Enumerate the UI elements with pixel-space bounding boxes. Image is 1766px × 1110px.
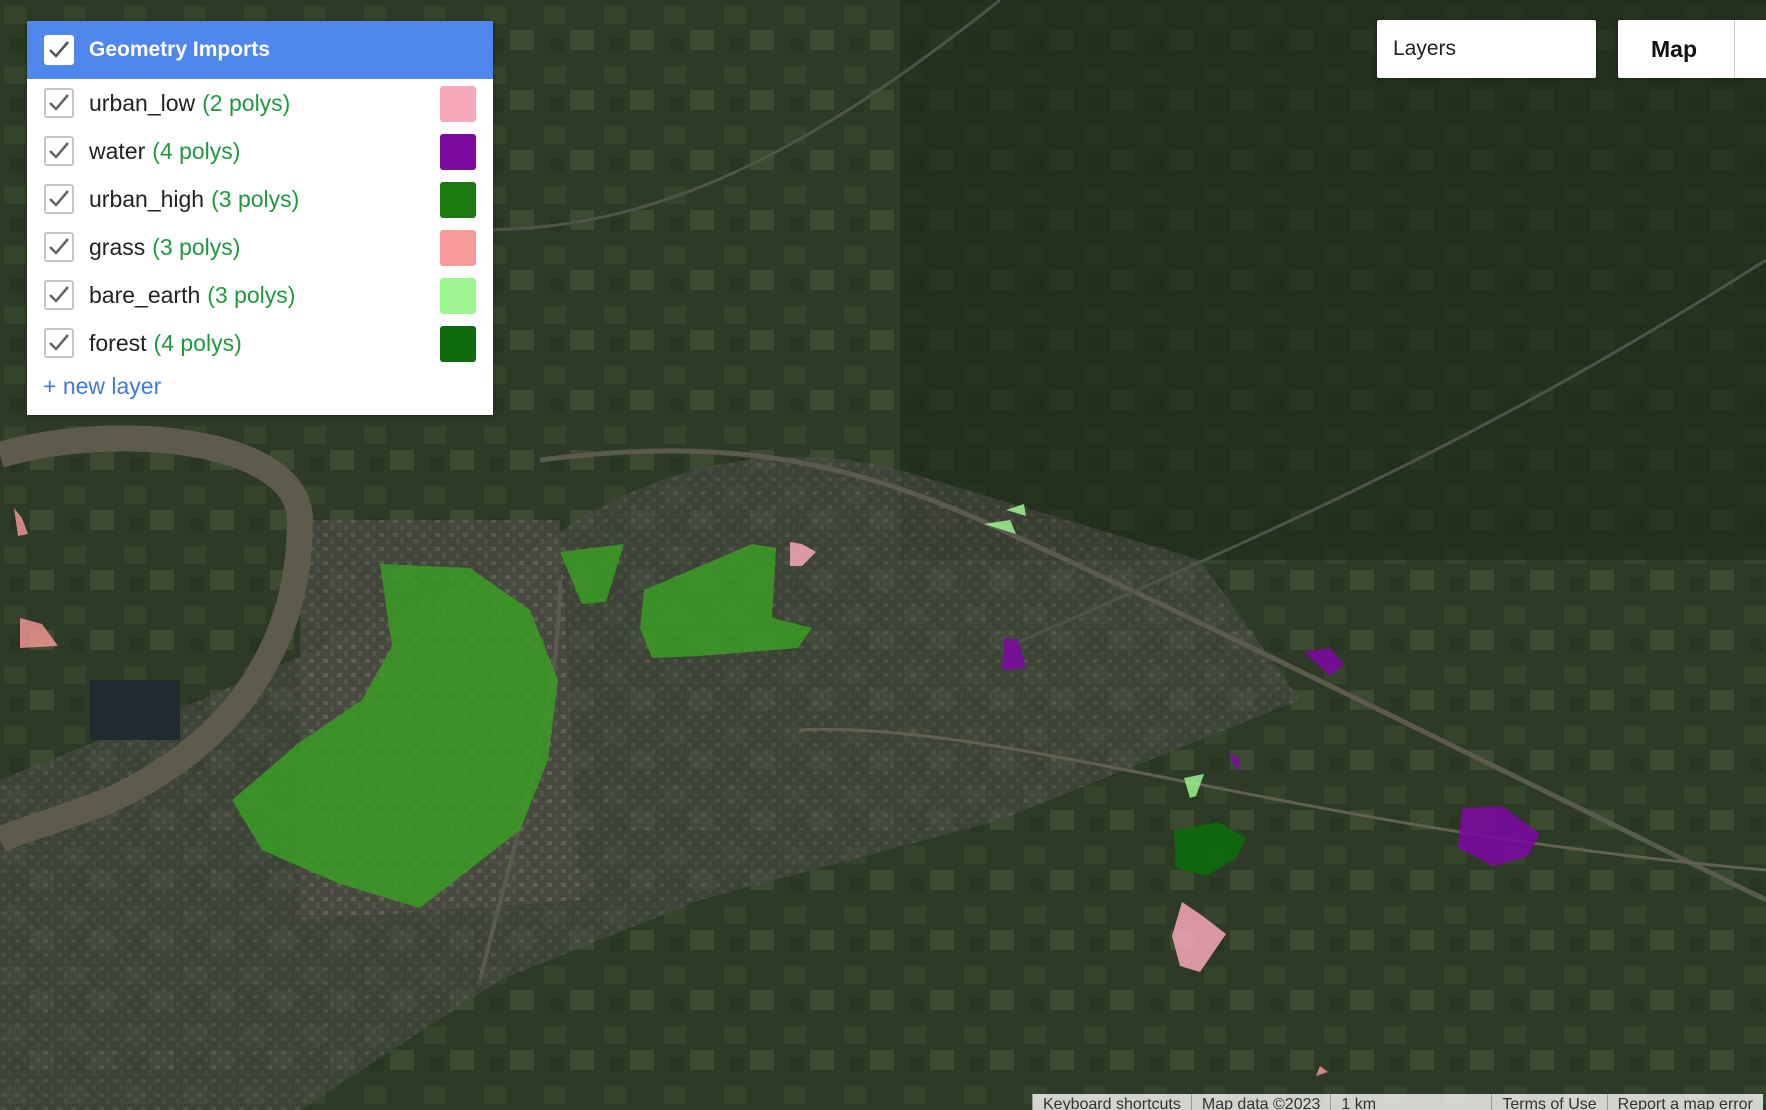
toggle-all-checkbox[interactable] bbox=[44, 35, 74, 65]
geometry-imports-panel: Geometry Imports urban_low (2 polys) wat… bbox=[27, 21, 493, 415]
layer-color-swatch[interactable] bbox=[440, 230, 476, 266]
layer-count: (3 polys) bbox=[207, 281, 296, 308]
layer-color-swatch[interactable] bbox=[440, 86, 476, 122]
map-type-label: Map bbox=[1651, 36, 1697, 62]
keyboard-shortcuts-link[interactable]: Keyboard shortcuts bbox=[1032, 1094, 1191, 1110]
checkmark-icon bbox=[49, 334, 69, 351]
layer-row-water[interactable]: water (4 polys) bbox=[27, 127, 493, 175]
layer-name: grass bbox=[89, 233, 146, 260]
layers-control[interactable]: Layers bbox=[1377, 20, 1596, 78]
map-data-attribution: Map data ©2023 bbox=[1190, 1094, 1331, 1110]
scale-bar[interactable]: 1 km bbox=[1330, 1094, 1492, 1110]
layer-row-bare-earth[interactable]: bare_earth (3 polys) bbox=[27, 271, 493, 319]
checkmark-icon bbox=[49, 238, 69, 255]
layer-color-swatch[interactable] bbox=[440, 134, 476, 170]
terms-link[interactable]: Terms of Use bbox=[1491, 1094, 1607, 1110]
new-layer-link[interactable]: + new layer bbox=[43, 373, 493, 400]
geometry-imports-header[interactable]: Geometry Imports bbox=[27, 21, 493, 79]
checkmark-icon bbox=[49, 41, 69, 58]
layer-checkbox[interactable] bbox=[44, 328, 74, 358]
map-type-button[interactable]: Map bbox=[1618, 20, 1766, 78]
layers-label: Layers bbox=[1393, 37, 1457, 60]
layer-checkbox[interactable] bbox=[44, 232, 74, 262]
layer-count: (2 polys) bbox=[202, 89, 291, 116]
layer-row-forest[interactable]: forest (4 polys) bbox=[27, 319, 493, 367]
layer-count: (4 polys) bbox=[152, 137, 241, 164]
layer-count: (4 polys) bbox=[153, 329, 242, 356]
layer-color-swatch[interactable] bbox=[440, 326, 476, 362]
layer-checkbox[interactable] bbox=[44, 88, 74, 118]
layer-row-urban-low[interactable]: urban_low (2 polys) bbox=[27, 79, 493, 127]
layer-row-urban-high[interactable]: urban_high (3 polys) bbox=[27, 175, 493, 223]
forest-area bbox=[900, 0, 1766, 560]
layer-name: urban_high bbox=[89, 185, 205, 212]
layer-count: (3 polys) bbox=[152, 233, 241, 260]
layer-checkbox[interactable] bbox=[44, 136, 74, 166]
map-footer: Keyboard shortcuts Map data ©2023 1 km T… bbox=[1032, 1094, 1763, 1110]
layer-color-swatch[interactable] bbox=[440, 278, 476, 314]
layer-name: bare_earth bbox=[89, 281, 201, 308]
layer-color-swatch[interactable] bbox=[440, 182, 476, 218]
layer-checkbox[interactable] bbox=[44, 280, 74, 310]
dock-water bbox=[90, 680, 180, 740]
layer-name: water bbox=[89, 137, 146, 164]
report-error-link[interactable]: Report a map error bbox=[1606, 1094, 1763, 1110]
layer-row-grass[interactable]: grass (3 polys) bbox=[27, 223, 493, 271]
layer-checkbox[interactable] bbox=[44, 184, 74, 214]
checkmark-icon bbox=[49, 142, 69, 159]
layer-count: (3 polys) bbox=[211, 185, 300, 212]
checkmark-icon bbox=[49, 190, 69, 207]
checkmark-icon bbox=[49, 94, 69, 111]
layer-name: urban_low bbox=[89, 89, 196, 116]
button-divider bbox=[1734, 20, 1735, 78]
checkmark-icon bbox=[49, 286, 69, 303]
layer-name: forest bbox=[89, 329, 147, 356]
geometry-imports-title: Geometry Imports bbox=[89, 38, 270, 61]
